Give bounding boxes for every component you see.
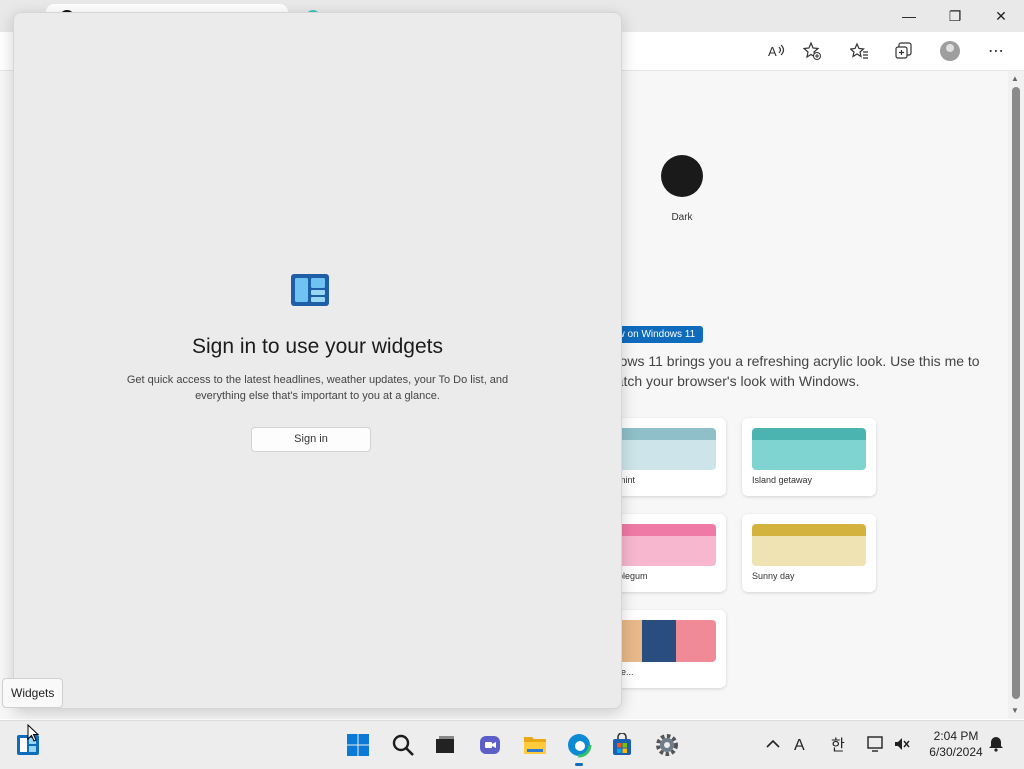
theme-label: blegum xyxy=(618,571,648,581)
folder-icon xyxy=(524,737,546,754)
widgets-heading: Sign in to use your widgets xyxy=(192,335,443,358)
theme-label: Island getaway xyxy=(752,475,813,485)
active-indicator xyxy=(575,763,583,766)
widgets-panel: Sign in to use your widgets Get quick ac… xyxy=(13,12,622,709)
restore-button[interactable]: ❐ xyxy=(932,4,978,28)
widgets-description: Get quick access to the latest headlines… xyxy=(126,374,509,402)
restore-icon: ❐ xyxy=(948,7,962,24)
folder-preview xyxy=(752,524,866,566)
minimize-button[interactable]: — xyxy=(886,4,932,28)
chevron-up-icon[interactable] xyxy=(763,734,783,754)
dark-theme-swatch[interactable] xyxy=(661,155,703,197)
taskbar: A 한 2:04 PM 6/30/2024 xyxy=(0,720,1024,769)
folder-preview xyxy=(752,428,866,470)
avatar xyxy=(940,41,960,61)
network-icon[interactable] xyxy=(866,734,886,754)
chat-button[interactable] xyxy=(474,729,506,761)
close-icon: ✕ xyxy=(995,7,1007,24)
task-view-icon xyxy=(436,736,454,753)
store-icon xyxy=(613,733,631,755)
file-explorer-button[interactable] xyxy=(519,729,551,761)
store-button[interactable] xyxy=(606,729,638,761)
add-favorite-icon[interactable] xyxy=(800,40,824,62)
theme-card-island-getaway[interactable]: Island getaway xyxy=(742,418,876,496)
gear-icon xyxy=(656,734,678,756)
scrollbar[interactable]: ▲ ▼ xyxy=(1008,71,1024,719)
sign-in-button[interactable]: Sign in xyxy=(251,427,371,452)
read-aloud-icon[interactable]: A xyxy=(764,40,788,62)
ime-icon[interactable]: 한 xyxy=(829,734,849,754)
minimize-icon: — xyxy=(902,8,916,24)
settings-button[interactable] xyxy=(651,729,683,761)
font-input-icon[interactable]: A xyxy=(791,734,811,754)
scroll-thumb[interactable] xyxy=(1012,87,1020,699)
start-button[interactable] xyxy=(342,729,374,761)
svg-text:A: A xyxy=(794,737,805,753)
search-icon xyxy=(392,734,414,756)
edge-button[interactable] xyxy=(563,729,595,761)
mouse-cursor-icon xyxy=(27,724,39,742)
widgets-logo-icon xyxy=(291,274,329,306)
scroll-down-icon[interactable]: ▼ xyxy=(1011,706,1019,715)
edge-icon xyxy=(566,732,592,758)
dark-theme-label: Dark xyxy=(671,212,693,223)
more-icon[interactable]: ⋯ xyxy=(984,40,1008,62)
theme-card-sunny-day[interactable]: Sunny day xyxy=(742,514,876,592)
volume-muted-icon[interactable] xyxy=(892,734,912,754)
svg-text:A: A xyxy=(768,44,777,59)
scroll-up-icon[interactable]: ▲ xyxy=(1011,74,1019,83)
teams-chat-icon xyxy=(480,736,500,754)
windows-logo-icon xyxy=(347,734,369,756)
widgets-tooltip: Widgets xyxy=(2,678,64,708)
collections-icon[interactable] xyxy=(892,40,916,62)
search-button[interactable] xyxy=(387,729,419,761)
svg-text:한: 한 xyxy=(831,736,845,753)
profile-avatar[interactable] xyxy=(938,40,962,62)
theme-description: ndows 11 brings you a refreshing acrylic… xyxy=(604,353,980,389)
favorites-icon[interactable] xyxy=(847,40,871,62)
task-view-button[interactable] xyxy=(429,729,461,761)
close-button[interactable]: ✕ xyxy=(978,4,1024,28)
theme-label: Sunny day xyxy=(752,571,795,581)
notifications-icon[interactable] xyxy=(986,734,1006,754)
